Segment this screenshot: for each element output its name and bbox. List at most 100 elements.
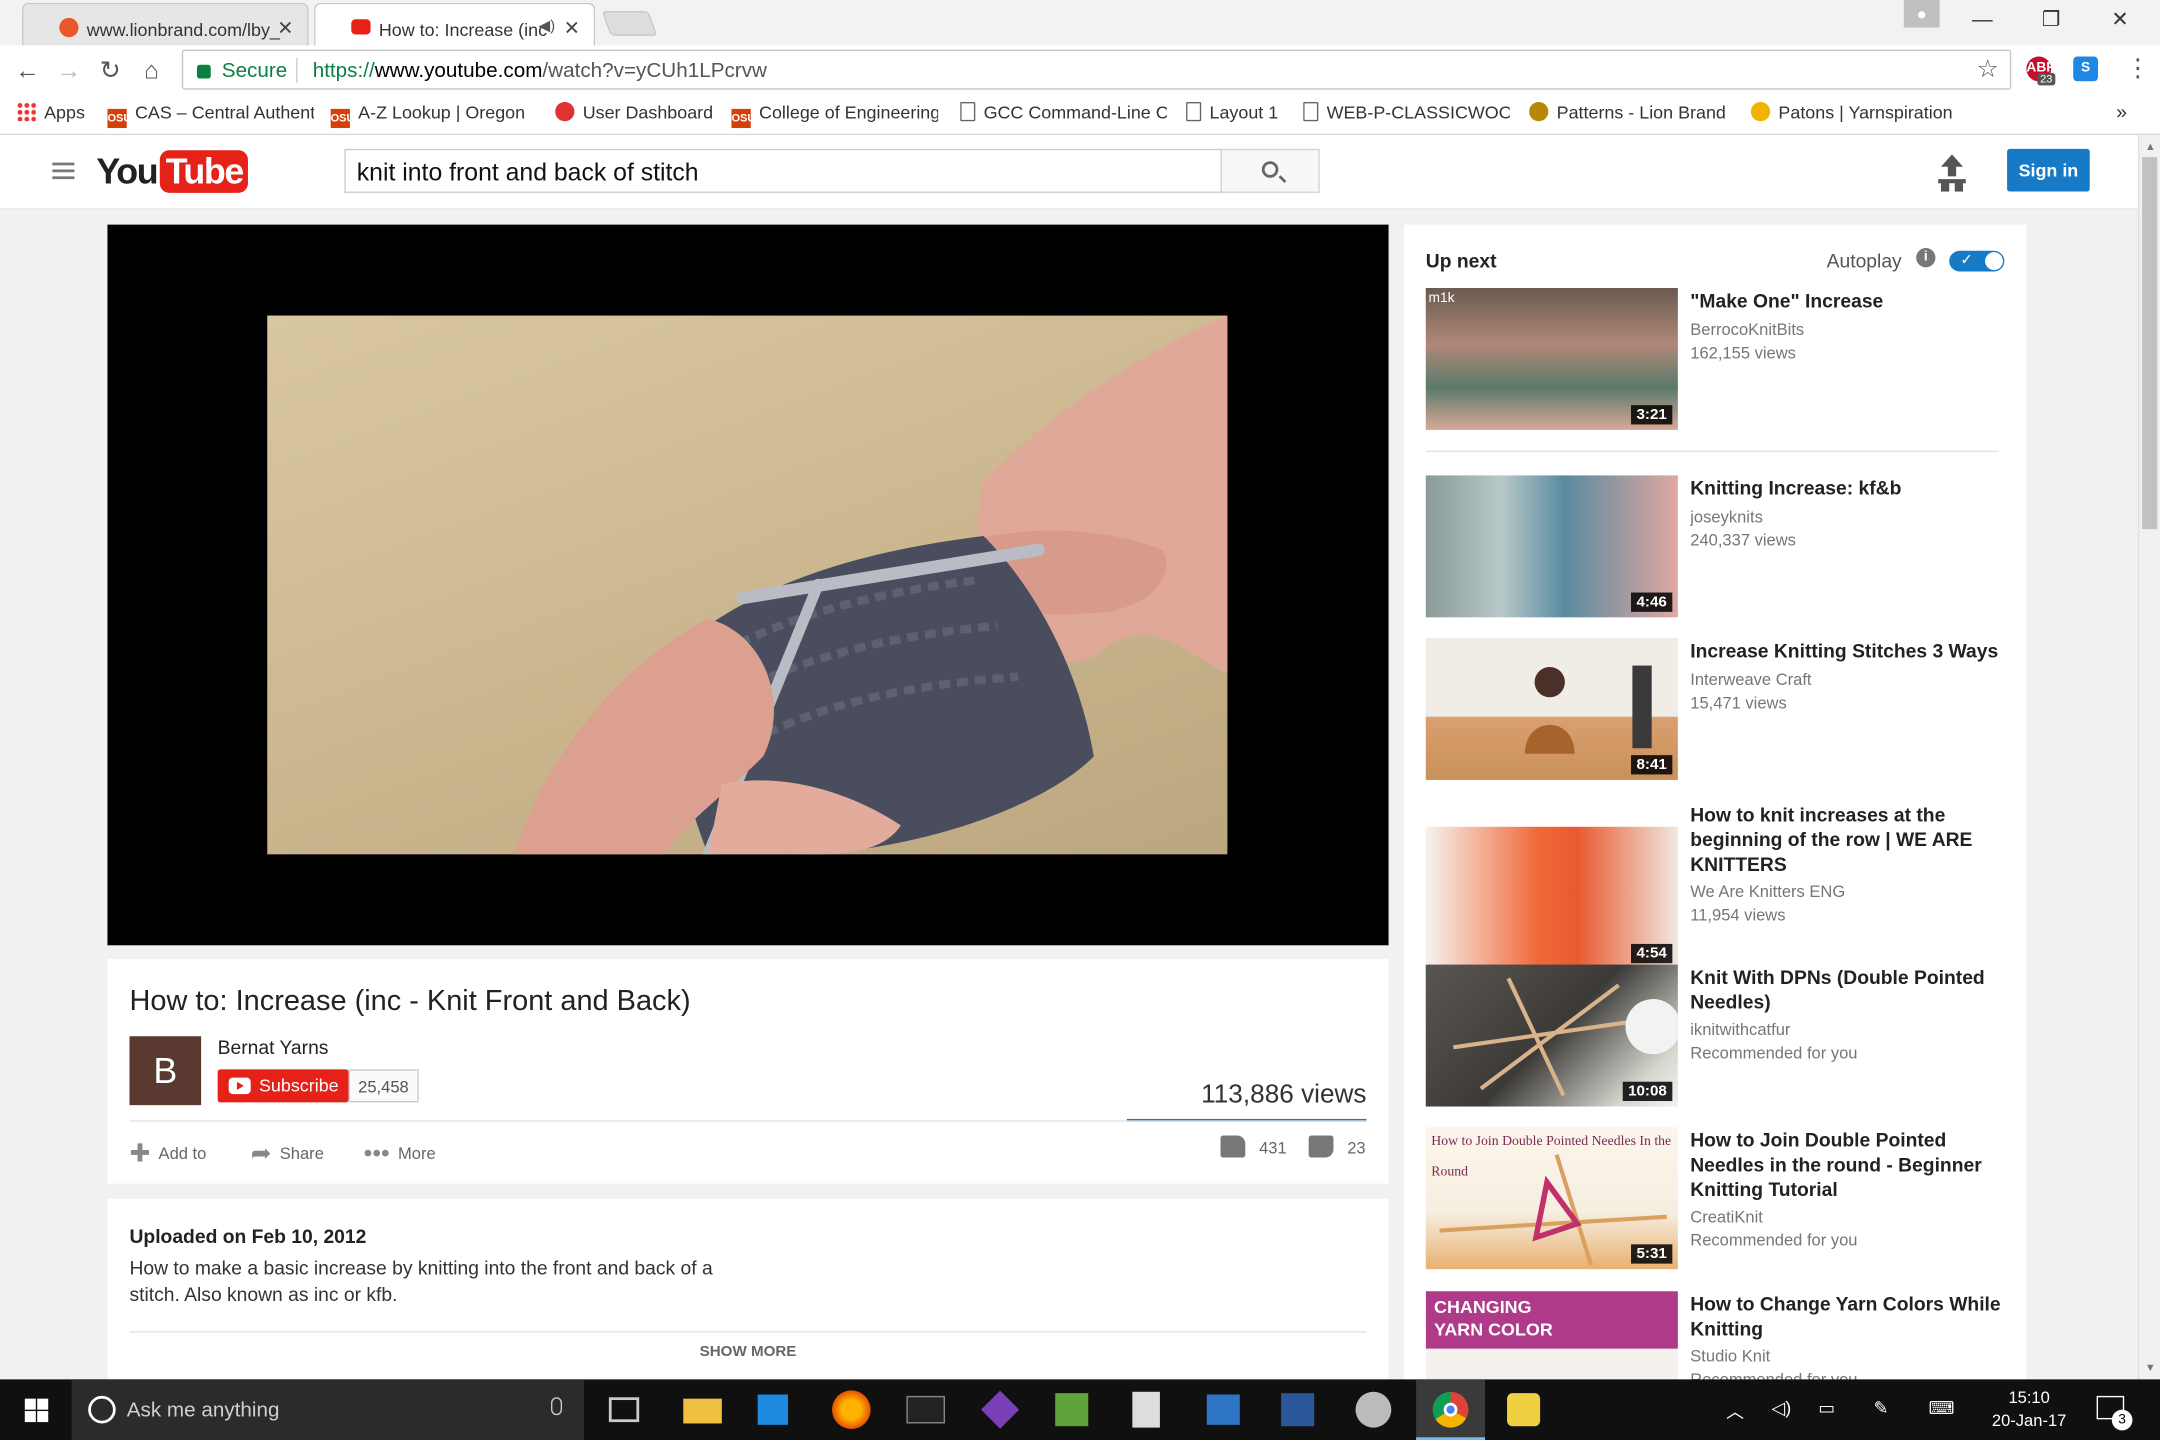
- file-explorer-icon[interactable]: [683, 1398, 722, 1424]
- chrome-menu-icon[interactable]: ⋮: [2126, 54, 2151, 83]
- video-player[interactable]: [107, 224, 1389, 946]
- search-input[interactable]: knit into front and back of stitch: [344, 148, 1222, 193]
- store-icon[interactable]: [757, 1394, 788, 1425]
- video-title[interactable]: Increase Knitting Stitches 3 Ways: [1690, 638, 2010, 663]
- video-thumbnail[interactable]: m1k 3:21: [1425, 287, 1678, 430]
- video-thumbnail[interactable]: 8:41: [1425, 638, 1678, 780]
- tab-youtube[interactable]: How to: Increase (inc ◀) ✕: [314, 2, 596, 46]
- search-icon: [1261, 161, 1279, 178]
- address-bar[interactable]: Secure https://www.youtube.com/watch?v=y…: [181, 49, 2012, 90]
- secure-indicator[interactable]: Secure: [196, 59, 287, 83]
- keyboard-icon[interactable]: ⌨: [1929, 1397, 1955, 1419]
- cortana-search[interactable]: Ask me anything: [71, 1379, 585, 1440]
- reload-icon[interactable]: ↻: [94, 54, 127, 87]
- video-title[interactable]: How to Join Double Pointed Needles in th…: [1690, 1127, 2010, 1201]
- duration-badge: 4:54: [1630, 943, 1673, 964]
- video-title[interactable]: Knit With DPNs (Double Pointed Needles): [1690, 965, 2010, 1015]
- close-window-button[interactable]: ✕: [2088, 0, 2151, 41]
- guide-menu-icon[interactable]: [52, 162, 75, 180]
- system-clock[interactable]: 15:10 20-Jan-17: [1984, 1386, 2075, 1433]
- subscribe-button[interactable]: Subscribe: [217, 1069, 349, 1103]
- sign-in-button[interactable]: Sign in: [2007, 148, 2090, 192]
- info-icon[interactable]: i: [1916, 248, 1936, 268]
- bookmark-layout-1[interactable]: Layout 1: [1186, 101, 1278, 123]
- video-thumbnail[interactable]: 10:08: [1425, 964, 1678, 1107]
- speaker-icon[interactable]: ◀): [538, 17, 555, 35]
- search-button[interactable]: [1220, 148, 1320, 193]
- snipping-tool-icon[interactable]: [1355, 1391, 1392, 1428]
- video-thumbnail[interactable]: 4:46: [1425, 475, 1678, 618]
- restore-button[interactable]: ❐: [2019, 0, 2082, 41]
- share-button[interactable]: ➦ Share: [251, 1140, 324, 1169]
- related-video-4[interactable]: 4:54 How to knit increases at the beginn…: [1425, 802, 2005, 969]
- video-thumbnail[interactable]: 4:54: [1425, 826, 1678, 969]
- thumbs-up-icon: [1220, 1135, 1246, 1158]
- task-view-icon[interactable]: [608, 1397, 640, 1423]
- add-to-button[interactable]: ✚ Add to: [129, 1140, 206, 1169]
- skype-extension-icon[interactable]: S: [2073, 56, 2099, 82]
- bookmark-apps[interactable]: Apps: [16, 101, 85, 123]
- bookmark-az-lookup[interactable]: OSU A-Z Lookup | Oregon: [330, 102, 538, 129]
- profile-icon[interactable]: ●: [1903, 0, 1940, 28]
- bookmark-gcc[interactable]: GCC Command-Line C: [960, 101, 1167, 123]
- upload-icon[interactable]: [1938, 154, 1966, 184]
- show-more-button[interactable]: SHOW MORE: [107, 1344, 1388, 1361]
- like-button[interactable]: 431: [1220, 1135, 1287, 1158]
- dislike-button[interactable]: 23: [1308, 1135, 1366, 1158]
- new-tab-button[interactable]: [601, 11, 658, 36]
- video-thumbnail[interactable]: How to Join Double Pointed Needles In th…: [1425, 1127, 1678, 1270]
- bookmarks-overflow-button[interactable]: »: [2116, 101, 2127, 123]
- channel-avatar[interactable]: B: [129, 1036, 202, 1106]
- notepad-plus-icon[interactable]: [1055, 1393, 1089, 1427]
- autoplay-toggle[interactable]: ✓: [1949, 250, 2005, 272]
- scroll-up-arrow-icon[interactable]: ▲: [2145, 141, 2156, 153]
- tab-close-icon[interactable]: ✕: [277, 17, 293, 40]
- video-title[interactable]: How to Change Yarn Colors While Knitting: [1690, 1291, 2004, 1341]
- command-prompt-icon[interactable]: [906, 1395, 945, 1424]
- tab-lionbrand[interactable]: www.lionbrand.com/lby_ ✕: [22, 2, 309, 46]
- channel-name[interactable]: Bernat Yarns: [218, 1036, 329, 1058]
- scroll-down-arrow-icon[interactable]: ▼: [2145, 1361, 2156, 1373]
- bookmark-lion-brand-patterns[interactable]: Patterns - Lion Brand: [1529, 101, 1726, 123]
- video-title[interactable]: "Make One" Increase: [1690, 288, 2010, 313]
- microphone-icon[interactable]: [551, 1397, 563, 1416]
- related-video-2[interactable]: 4:46 Knitting Increase: kf&b joseyknits …: [1425, 475, 2005, 618]
- back-arrow-icon[interactable]: ←: [11, 54, 44, 87]
- home-icon[interactable]: ⌂: [135, 54, 168, 87]
- minimize-button[interactable]: —: [1951, 0, 2014, 41]
- tab-close-icon[interactable]: ✕: [564, 17, 580, 40]
- related-video-6[interactable]: How to Join Double Pointed Needles In th…: [1425, 1127, 2005, 1270]
- scrollbar-thumb[interactable]: [2142, 157, 2158, 530]
- volume-icon[interactable]: ◁): [1772, 1397, 1792, 1419]
- visual-studio-icon[interactable]: [981, 1390, 1020, 1429]
- bookmark-web-p-classicwoo[interactable]: WEB-P-CLASSICWOO: [1303, 101, 1510, 123]
- bookmark-user-dashboard[interactable]: User Dashboard: [555, 101, 713, 123]
- page-scrollbar[interactable]: ▲ ▼: [2137, 135, 2160, 1380]
- bookmark-star-icon[interactable]: ☆: [1977, 55, 1999, 84]
- related-video-3[interactable]: 8:41 Increase Knitting Stitches 3 Ways I…: [1425, 638, 2005, 781]
- duration-badge: 4:46: [1630, 592, 1673, 612]
- more-button[interactable]: ••• More: [364, 1140, 436, 1169]
- network-app-icon[interactable]: [1206, 1394, 1240, 1425]
- video-thumbnail[interactable]: CHANGING YARN COLOR: [1425, 1291, 1678, 1383]
- magento-favicon-icon: [59, 17, 79, 38]
- battery-icon[interactable]: ▭: [1818, 1397, 1835, 1419]
- youtube-logo[interactable]: You Tube: [96, 150, 249, 194]
- show-hidden-icons-icon[interactable]: ︿: [1726, 1397, 1744, 1423]
- related-video-5[interactable]: 10:08 Knit With DPNs (Double Pointed Nee…: [1425, 964, 2005, 1108]
- related-video-7[interactable]: CHANGING YARN COLOR How to Change Yarn C…: [1425, 1291, 2005, 1383]
- sticky-app-icon[interactable]: [1507, 1393, 1541, 1427]
- bookmark-college-engineering[interactable]: OSU College of Engineering: [731, 102, 938, 129]
- related-video-1[interactable]: m1k 3:21 "Make One" Increase BerrocoKnit…: [1425, 287, 2005, 431]
- calculator-icon[interactable]: [1132, 1391, 1160, 1428]
- video-title[interactable]: Knitting Increase: kf&b: [1690, 475, 2010, 500]
- bookmark-patons[interactable]: Patons | Yarnspiration: [1750, 101, 1958, 123]
- word-icon[interactable]: [1281, 1393, 1315, 1427]
- video-title[interactable]: How to knit increases at the beginning o…: [1690, 802, 2010, 876]
- pen-icon[interactable]: ✎: [1873, 1397, 1888, 1419]
- bookmark-cas[interactable]: OSU CAS – Central Authent: [107, 102, 314, 129]
- firefox-icon[interactable]: [832, 1390, 871, 1429]
- start-button[interactable]: [24, 1398, 49, 1423]
- forward-arrow-icon[interactable]: →: [52, 54, 85, 87]
- chrome-taskbar-active[interactable]: [1416, 1379, 1485, 1440]
